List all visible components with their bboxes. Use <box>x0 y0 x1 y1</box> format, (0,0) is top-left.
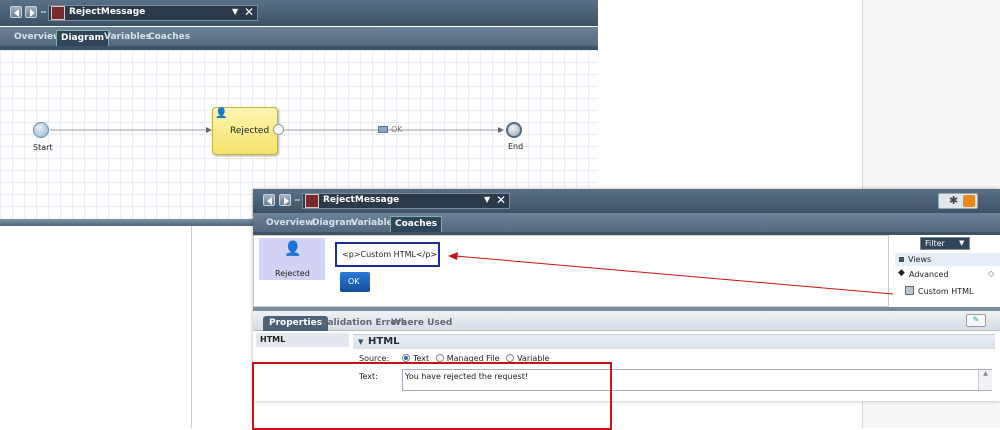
annotation-box <box>252 362 612 430</box>
